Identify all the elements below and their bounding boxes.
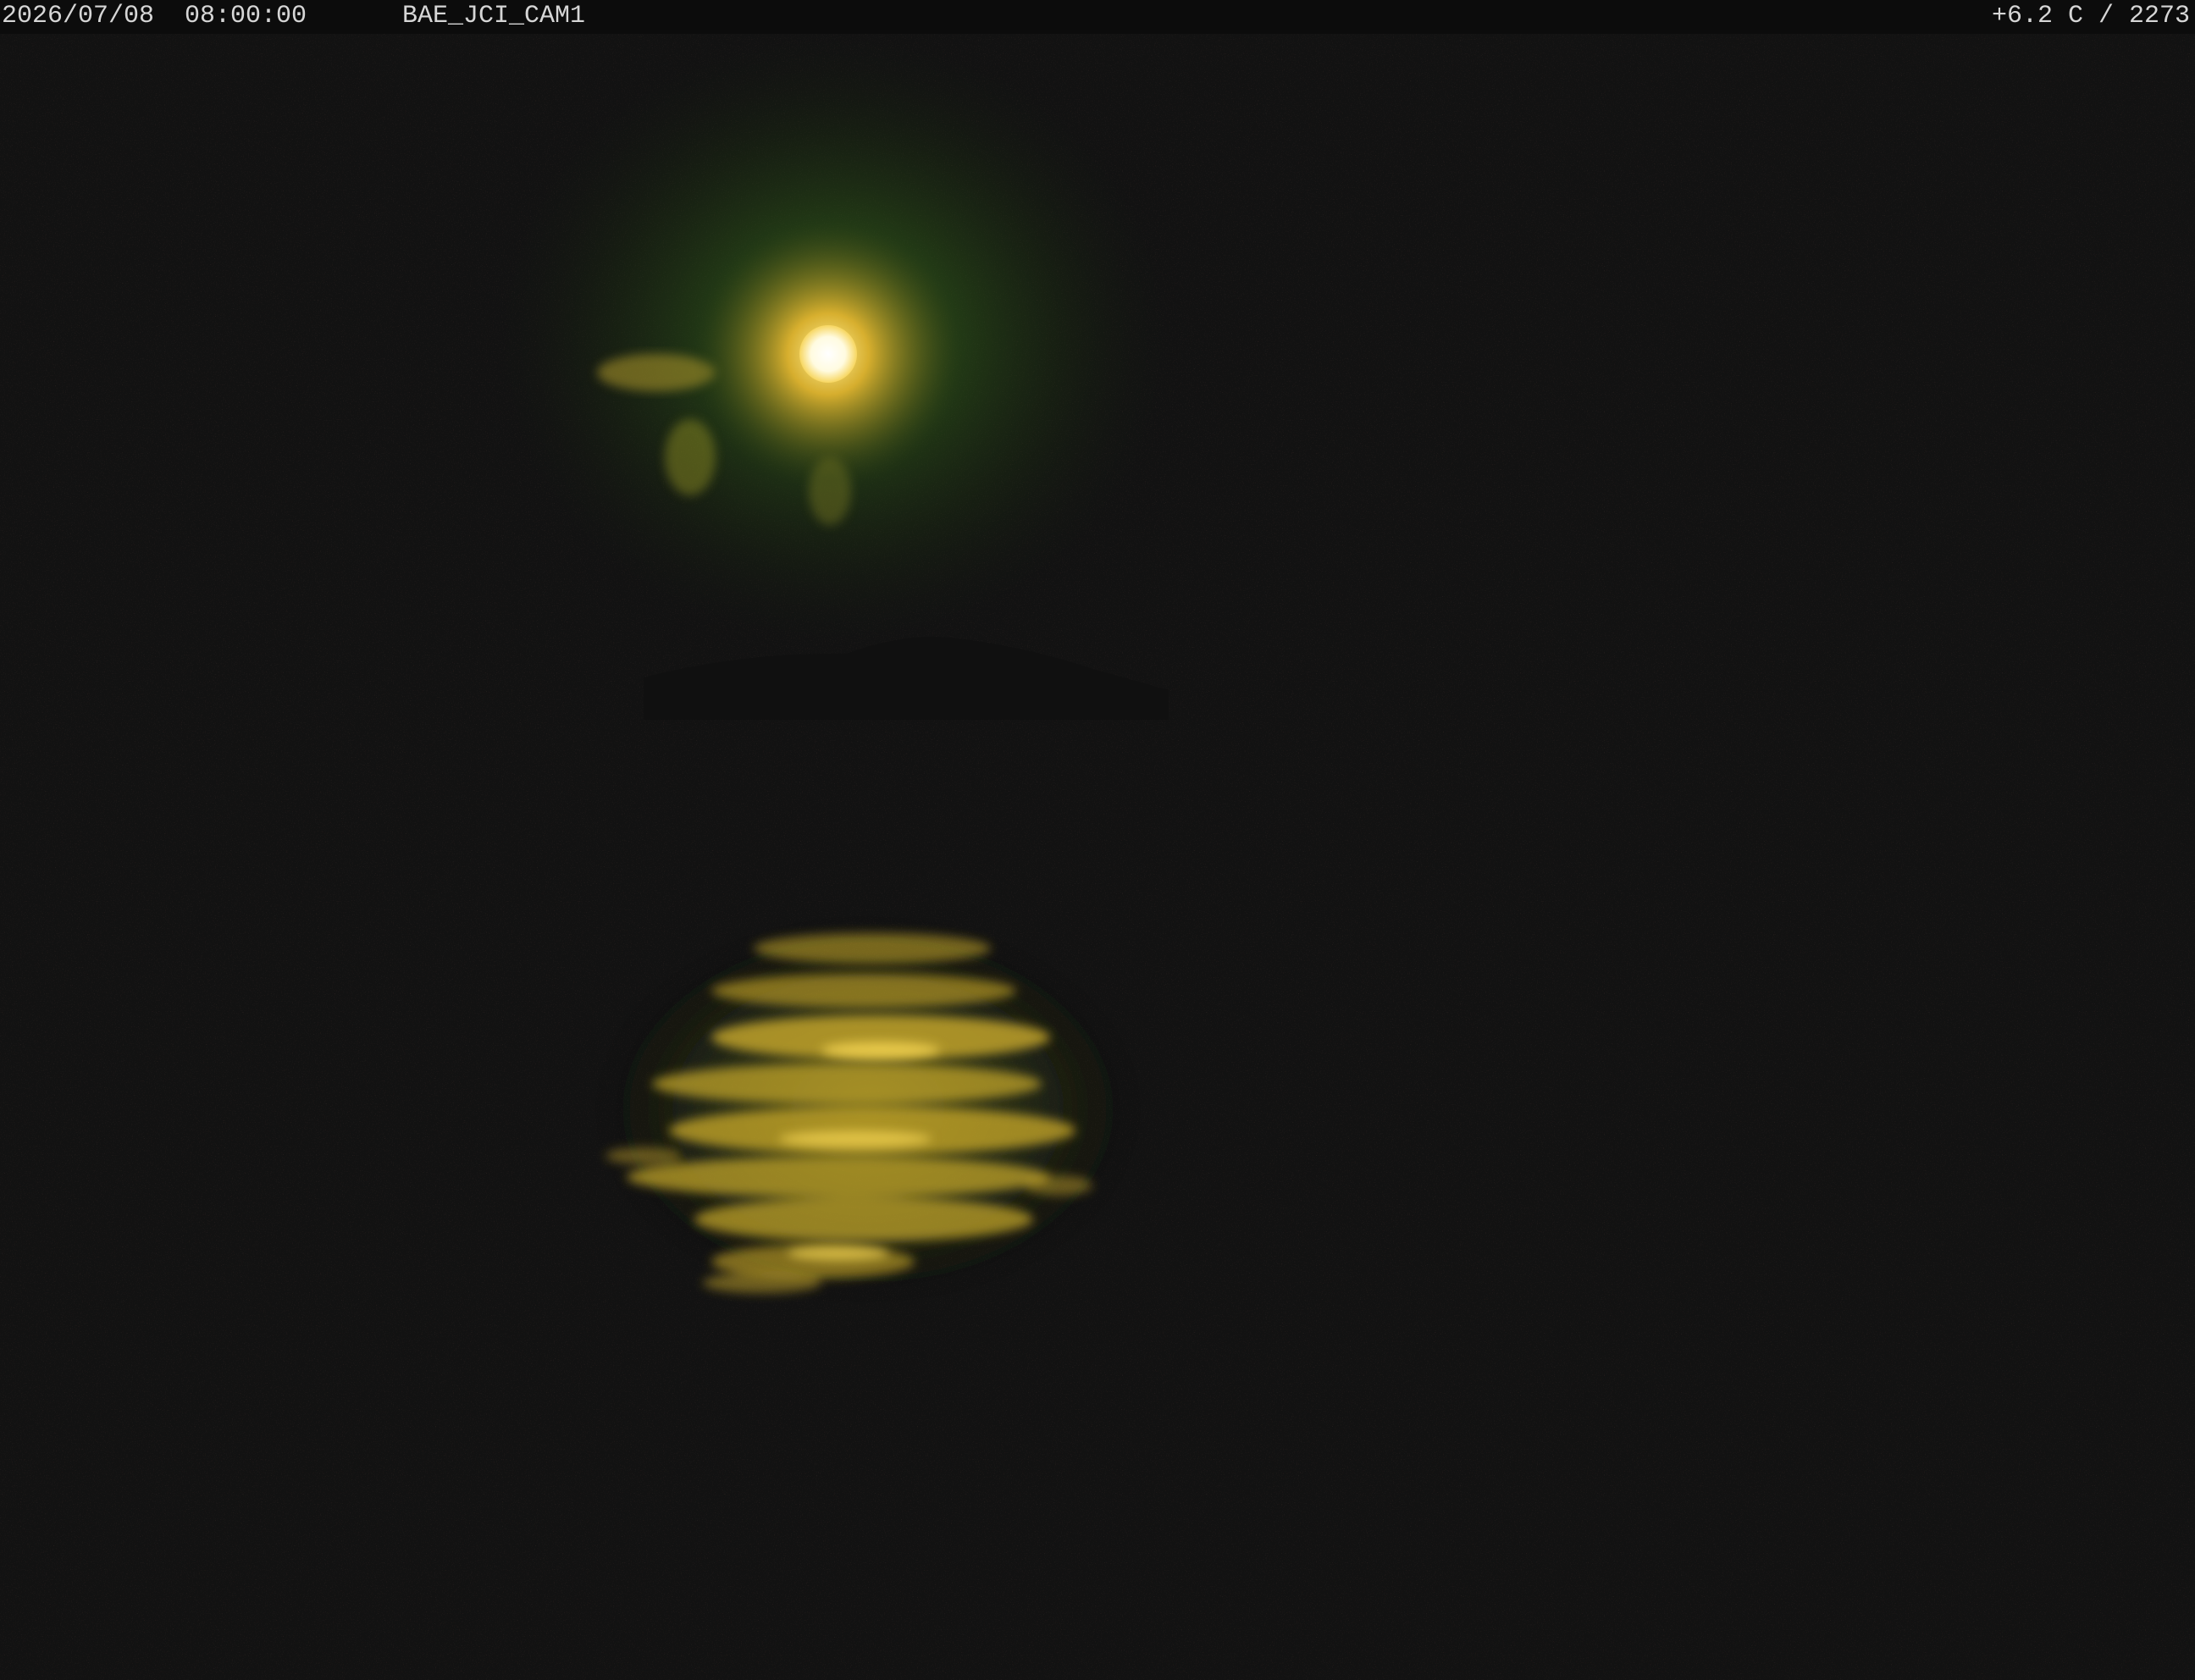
moon-disc bbox=[799, 325, 857, 383]
flare-lower bbox=[665, 419, 716, 495]
timestamp-label: 2026/07/08 08:00:00 bbox=[2, 2, 307, 30]
sensor-reading-label: +6.2 C / 2273 bbox=[1991, 2, 2190, 30]
osd-bar: 2026/07/08 08:00:00 BAE_JCI_CAM1 +6.2 C … bbox=[0, 0, 2195, 34]
night-scene bbox=[0, 17, 2195, 1680]
camera-id-label: BAE_JCI_CAM1 bbox=[402, 2, 586, 30]
camera-frame: 2026/07/08 08:00:00 BAE_JCI_CAM1 +6.2 C … bbox=[0, 0, 2195, 1680]
